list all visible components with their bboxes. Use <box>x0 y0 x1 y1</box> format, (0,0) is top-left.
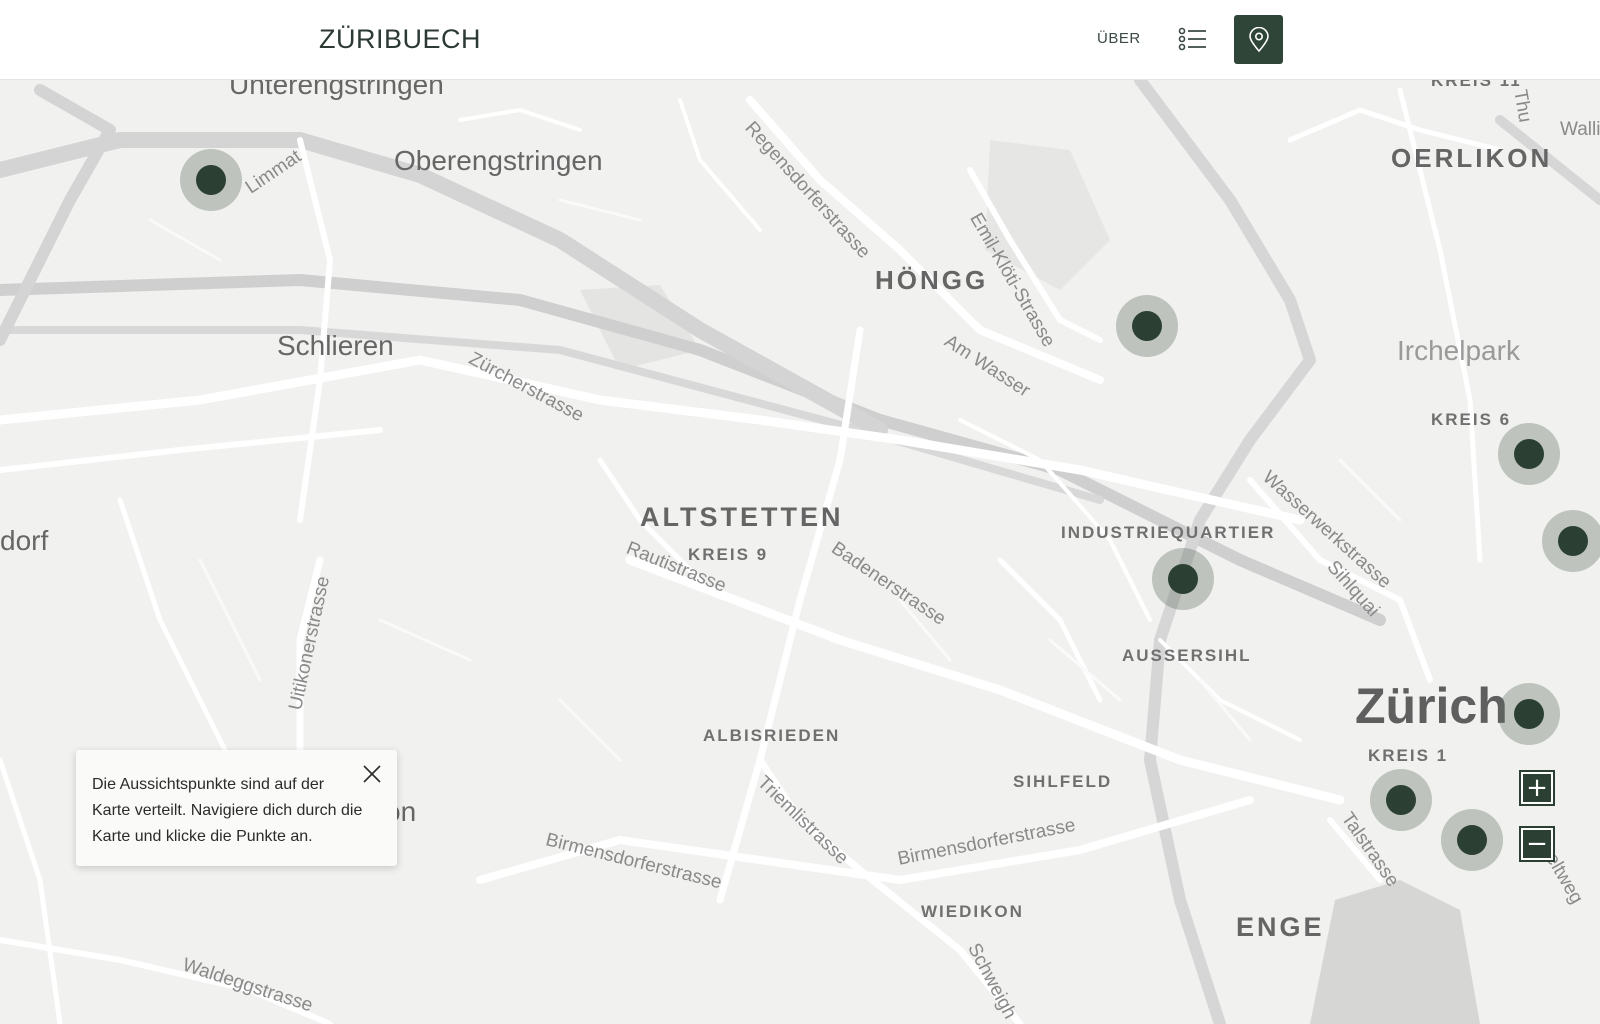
map-label-hongg: HÖNGG <box>875 265 989 295</box>
viewpoint-marker[interactable] <box>1116 295 1178 357</box>
marker-dot <box>1514 439 1544 469</box>
plus-icon: + <box>1526 773 1548 803</box>
viewpoint-marker[interactable] <box>1498 423 1560 485</box>
map-label-zurich: Zürich <box>1355 678 1508 734</box>
site-logo[interactable]: ZÜRIBUECH <box>319 24 481 55</box>
about-link[interactable]: ÜBER <box>1097 30 1141 47</box>
close-button[interactable] <box>361 763 383 785</box>
tooltip-text: Die Aussichtspunkte sind auf der Karte v… <box>92 776 363 845</box>
viewpoint-marker[interactable] <box>1498 683 1560 745</box>
map-label-albisrieden: ALBISRIEDEN <box>703 726 841 745</box>
minus-icon: − <box>1526 829 1548 859</box>
marker-dot <box>1558 526 1588 556</box>
zoom-out-button[interactable]: − <box>1519 826 1555 862</box>
viewpoint-marker[interactable] <box>1542 510 1600 572</box>
map-label-unterengstringen: Unterengstringen <box>229 79 444 100</box>
map-label-sihlfeld: SIHLFELD <box>1013 772 1113 791</box>
viewpoint-marker[interactable] <box>1370 769 1432 831</box>
street-label-walli: Walli <box>1560 119 1600 140</box>
map-label-kreis11: KREIS 11 <box>1431 79 1522 90</box>
close-icon <box>363 765 381 783</box>
marker-dot <box>196 165 226 195</box>
map-label-oerlikon: OERLIKON <box>1391 143 1553 173</box>
marker-dot <box>1132 311 1162 341</box>
map-label-kreis1: KREIS 1 <box>1368 746 1449 765</box>
marker-dot <box>1386 785 1416 815</box>
map-label-irchelpark: Irchelpark <box>1397 335 1520 366</box>
list-icon <box>1178 27 1206 51</box>
map-label-oberengstringen: Oberengstringen <box>394 145 603 176</box>
marker-dot <box>1457 825 1487 855</box>
map-label-kreis9: KREIS 9 <box>688 545 769 564</box>
zoom-in-button[interactable]: + <box>1519 770 1555 806</box>
viewpoint-marker[interactable] <box>1441 809 1503 871</box>
header: ZÜRIBUECH ÜBER <box>0 0 1600 80</box>
map-pin-icon <box>1248 26 1269 52</box>
list-view-button[interactable] <box>1176 22 1210 56</box>
marker-dot <box>1514 699 1544 729</box>
map-canvas[interactable]: Unterengstringen Oberengstringen Schlier… <box>0 79 1600 1024</box>
map-label-dorf: dorf <box>0 525 49 556</box>
map-label-enge: ENGE <box>1236 912 1325 942</box>
viewpoint-marker[interactable] <box>180 149 242 211</box>
map-label-kreis6: KREIS 6 <box>1431 410 1512 429</box>
map-label-aussersihl: AUSSERSIHL <box>1122 646 1252 665</box>
info-tooltip: Die Aussichtspunkte sind auf der Karte v… <box>76 750 397 866</box>
marker-dot <box>1168 564 1198 594</box>
map-label-industriequartier: INDUSTRIEQUARTIER <box>1061 523 1276 542</box>
map-label-schlieren: Schlieren <box>277 330 394 361</box>
map-label-altstetten: ALTSTETTEN <box>640 502 844 532</box>
map-view-button[interactable] <box>1234 15 1283 64</box>
map-label-wiedikon: WIEDIKON <box>921 902 1024 921</box>
viewpoint-marker[interactable] <box>1152 548 1214 610</box>
